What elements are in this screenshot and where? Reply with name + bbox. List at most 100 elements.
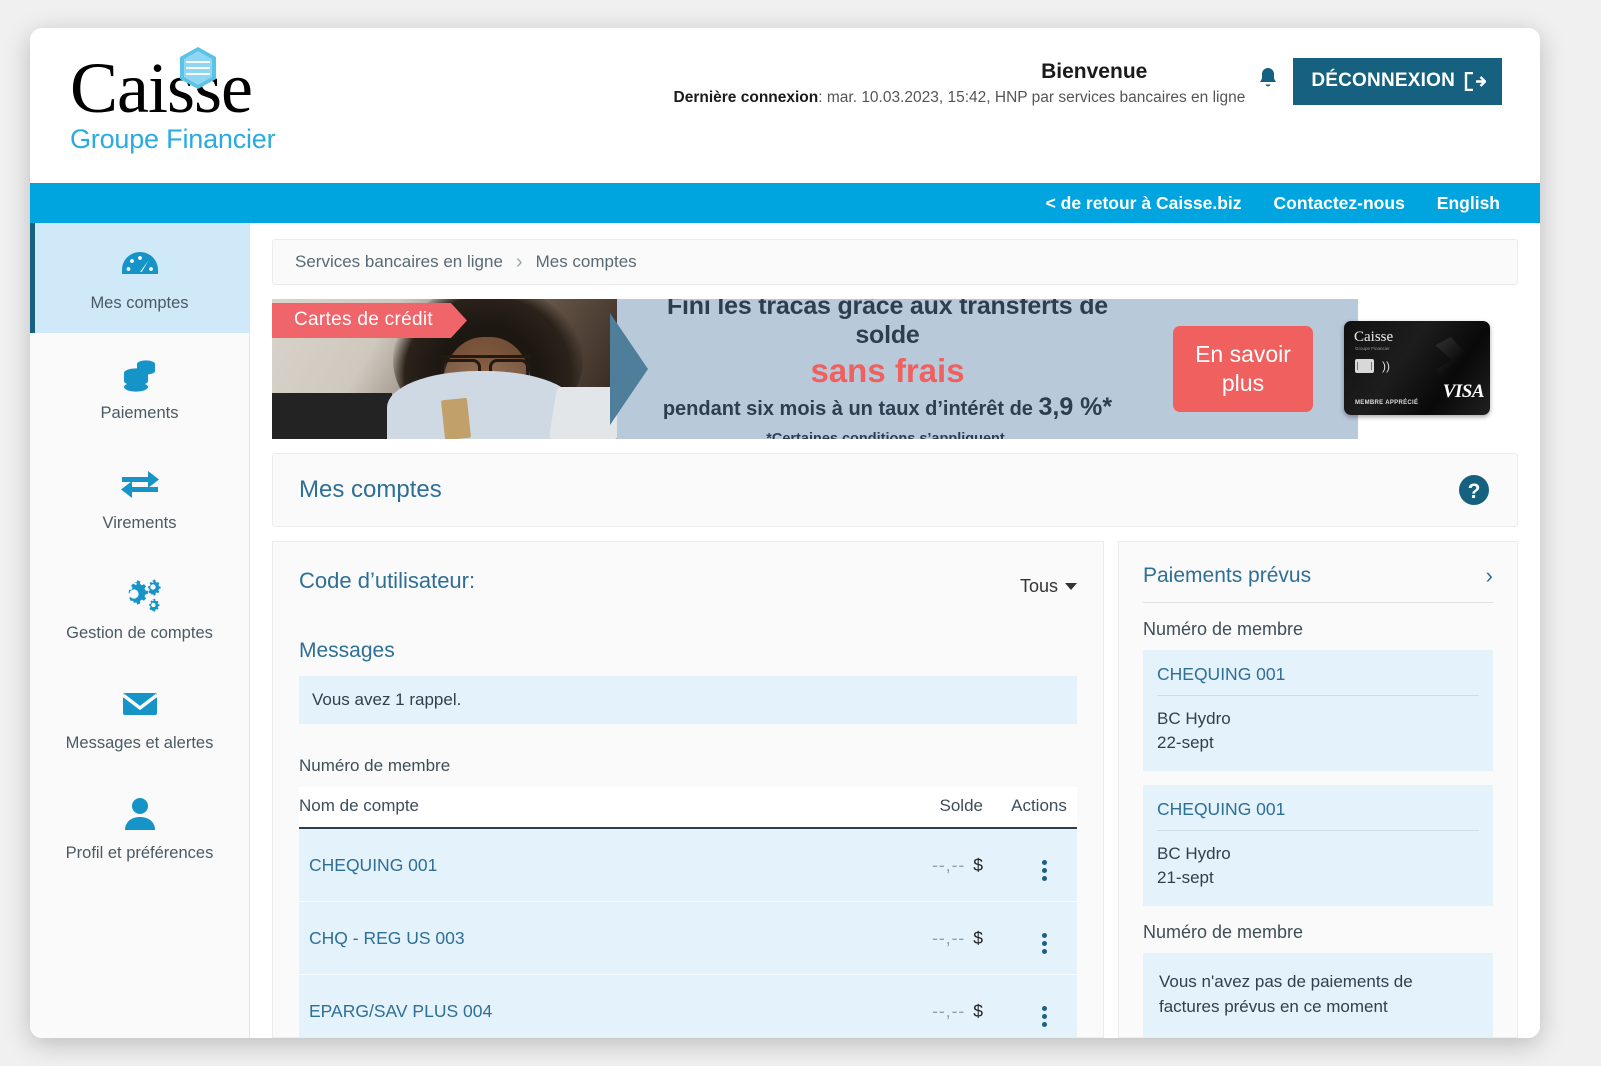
section-header: Mes comptes ? xyxy=(272,453,1518,527)
messages-title: Messages xyxy=(299,639,395,662)
last-login-value: : mar. 10.03.2023, 15:42, HNP par servic… xyxy=(818,89,1246,106)
svg-text:?: ? xyxy=(1468,480,1481,503)
cta-line-1: En savoir xyxy=(1195,341,1291,367)
accounts-filter-value: Tous xyxy=(1019,576,1058,596)
currency-symbol: $ xyxy=(973,927,983,948)
kebab-menu-icon[interactable] xyxy=(1041,1006,1047,1027)
photo-shirt xyxy=(387,371,577,439)
nav-link-back-to-caisse[interactable]: < de retour à Caisse.biz xyxy=(1046,193,1242,214)
sidebar-item-label: Profil et préférences xyxy=(65,843,214,862)
member-number-label: Numéro de membre xyxy=(299,756,451,775)
logo-tagline: Groupe Financier xyxy=(70,124,276,154)
promo-headline: Fini les tracas grâce aux transferts de … xyxy=(666,299,1109,349)
table-row[interactable]: EPARG/SAV PLUS 004 --,-- $ xyxy=(299,974,1077,1037)
currency-symbol: $ xyxy=(973,854,983,875)
column-header-actions: Actions xyxy=(1001,787,1077,829)
promo-emphasis: sans frais xyxy=(810,351,965,389)
currency-symbol: $ xyxy=(973,1000,983,1021)
bell-icon[interactable] xyxy=(1257,66,1279,90)
sidebar-item-label: Mes comptes xyxy=(90,293,189,312)
message-banner[interactable]: Vous avez 1 rappel. xyxy=(299,676,1077,724)
content-columns: Code d’utilisateur: Tous Messages Vous a… xyxy=(272,541,1518,1038)
promo-subline-text: pendant six mois à un taux d’intérêt de xyxy=(662,397,1039,420)
contactless-icon: )) xyxy=(1382,359,1390,373)
payment-details: BC Hydro 22-sept xyxy=(1157,696,1479,755)
account-actions-cell xyxy=(1001,828,1077,902)
account-name-link[interactable]: CHEQUING 001 xyxy=(299,828,798,902)
accounts-table: Nom de compte Solde Actions CHEQUING 001… xyxy=(299,787,1077,1037)
sidebar-item-profil-et-preferences[interactable]: Profil et préférences xyxy=(30,773,249,883)
payment-account-link[interactable]: CHEQUING 001 xyxy=(1157,799,1479,831)
sidebar-item-paiements[interactable]: Paiements xyxy=(30,333,249,443)
logout-button[interactable]: DÉCONNEXION xyxy=(1293,58,1502,105)
learn-more-button[interactable]: En savoir plus xyxy=(1173,326,1313,412)
chevron-right-icon: › xyxy=(515,250,523,273)
breadcrumb-current: Mes comptes xyxy=(535,252,637,271)
list-item[interactable]: CHEQUING 001 BC Hydro 21-sept xyxy=(1143,785,1493,906)
utility-nav: < de retour à Caisse.biz Contactez-nous … xyxy=(30,183,1540,223)
promo-category-tag: Cartes de crédit xyxy=(272,303,467,338)
kebab-menu-icon[interactable] xyxy=(1041,860,1047,881)
promo-footnote: *Certaines conditions s’appliquent. xyxy=(766,430,1009,440)
app-window: Caisse Groupe Financier Bienvenue Derniè… xyxy=(30,28,1540,1038)
visa-brand-text: VISA xyxy=(1442,381,1485,402)
body-wrapper: Mes comptes Paiements Virements Gestion … xyxy=(30,223,1540,1038)
payment-payee: BC Hydro xyxy=(1157,709,1231,728)
dashboard-gauge-icon xyxy=(120,244,160,284)
last-login-text: Dernière connexion: mar. 10.03.2023, 15:… xyxy=(674,89,1246,107)
banner-arrow-shape xyxy=(610,313,648,425)
page-header: Caisse Groupe Financier Bienvenue Derniè… xyxy=(30,28,1540,183)
table-row[interactable]: CHQ - REG US 003 --,-- $ xyxy=(299,901,1077,975)
breadcrumb-root[interactable]: Services bancaires en ligne xyxy=(295,252,503,272)
payments-empty-state: Vous n'avez pas de paiements de factures… xyxy=(1143,953,1493,1037)
balance-value: --,-- xyxy=(932,1000,966,1021)
sidebar-item-mes-comptes[interactable]: Mes comptes xyxy=(30,223,249,333)
account-actions-cell xyxy=(1001,974,1077,1037)
balance-value: --,-- xyxy=(932,854,966,875)
balance-value: --,-- xyxy=(932,927,966,948)
help-question-icon[interactable]: ? xyxy=(1457,473,1491,507)
promo-subline: pendant six mois à un taux d’intérêt de … xyxy=(663,393,1112,422)
nav-link-language[interactable]: English xyxy=(1437,193,1500,214)
sidebar-item-label: Virements xyxy=(102,513,177,532)
promo-card-wrap: Caisse Groupe Financier )) MEMBRE APPRÉC… xyxy=(1344,299,1518,439)
coins-stack-icon xyxy=(120,354,160,394)
account-name-link[interactable]: CHQ - REG US 003 xyxy=(299,901,798,975)
payment-date: 22-sept xyxy=(1157,733,1214,752)
accounts-filter-select[interactable]: Tous xyxy=(1020,576,1077,597)
account-balance: --,-- $ xyxy=(797,901,1001,975)
welcome-text: Bienvenue xyxy=(1041,60,1148,83)
sidebar-item-gestion-de-comptes[interactable]: Gestion de comptes xyxy=(30,553,249,663)
payments-member-label: Numéro de membre xyxy=(1143,619,1304,639)
gears-icon xyxy=(118,574,162,614)
sidebar-item-virements[interactable]: Virements xyxy=(30,443,249,553)
sidebar-item-label: Gestion de comptes xyxy=(66,623,213,642)
hexagon-logo-icon xyxy=(180,47,216,89)
account-balance: --,-- $ xyxy=(797,974,1001,1037)
account-actions-cell xyxy=(1001,901,1077,975)
list-item[interactable]: CHEQUING 001 BC Hydro 22-sept xyxy=(1143,650,1493,771)
user-icon xyxy=(120,794,160,834)
account-balance: --,-- $ xyxy=(797,828,1001,902)
payment-account-link[interactable]: CHEQUING 001 xyxy=(1157,664,1479,696)
card-logo-text: Caisse xyxy=(1354,329,1394,345)
payments-panel-header: Paiements prévus › xyxy=(1143,564,1493,603)
accounts-panel-top: Code d’utilisateur: Tous xyxy=(299,568,1077,597)
promo-banner[interactable]: Cartes de crédit Fini les tracas grâce a… xyxy=(272,299,1518,439)
breadcrumb: Services bancaires en ligne › Mes compte… xyxy=(272,239,1518,285)
photo-laptop xyxy=(548,387,617,439)
cta-line-2: plus xyxy=(1221,370,1265,396)
table-row[interactable]: CHEQUING 001 --,-- $ xyxy=(299,828,1077,902)
account-name-link[interactable]: EPARG/SAV PLUS 004 xyxy=(299,974,798,1037)
brand-logo[interactable]: Caisse Groupe Financier xyxy=(70,47,330,155)
nav-link-contact[interactable]: Contactez-nous xyxy=(1274,193,1405,214)
main-content: Services bancaires en ligne › Mes compte… xyxy=(250,223,1540,1038)
chevron-right-icon[interactable]: › xyxy=(1486,565,1493,587)
promo-cta-wrap: En savoir plus xyxy=(1128,299,1358,439)
card-logo-sub: Groupe Financier xyxy=(1355,346,1390,351)
visa-credit-card-image: Caisse Groupe Financier )) MEMBRE APPRÉC… xyxy=(1344,321,1490,415)
kebab-menu-icon[interactable] xyxy=(1041,933,1047,954)
welcome-block: Bienvenue Dernière connexion: mar. 10.03… xyxy=(674,58,1246,107)
sidebar-item-messages-et-alertes[interactable]: Messages et alertes xyxy=(30,663,249,773)
transfer-arrows-icon xyxy=(118,464,162,504)
